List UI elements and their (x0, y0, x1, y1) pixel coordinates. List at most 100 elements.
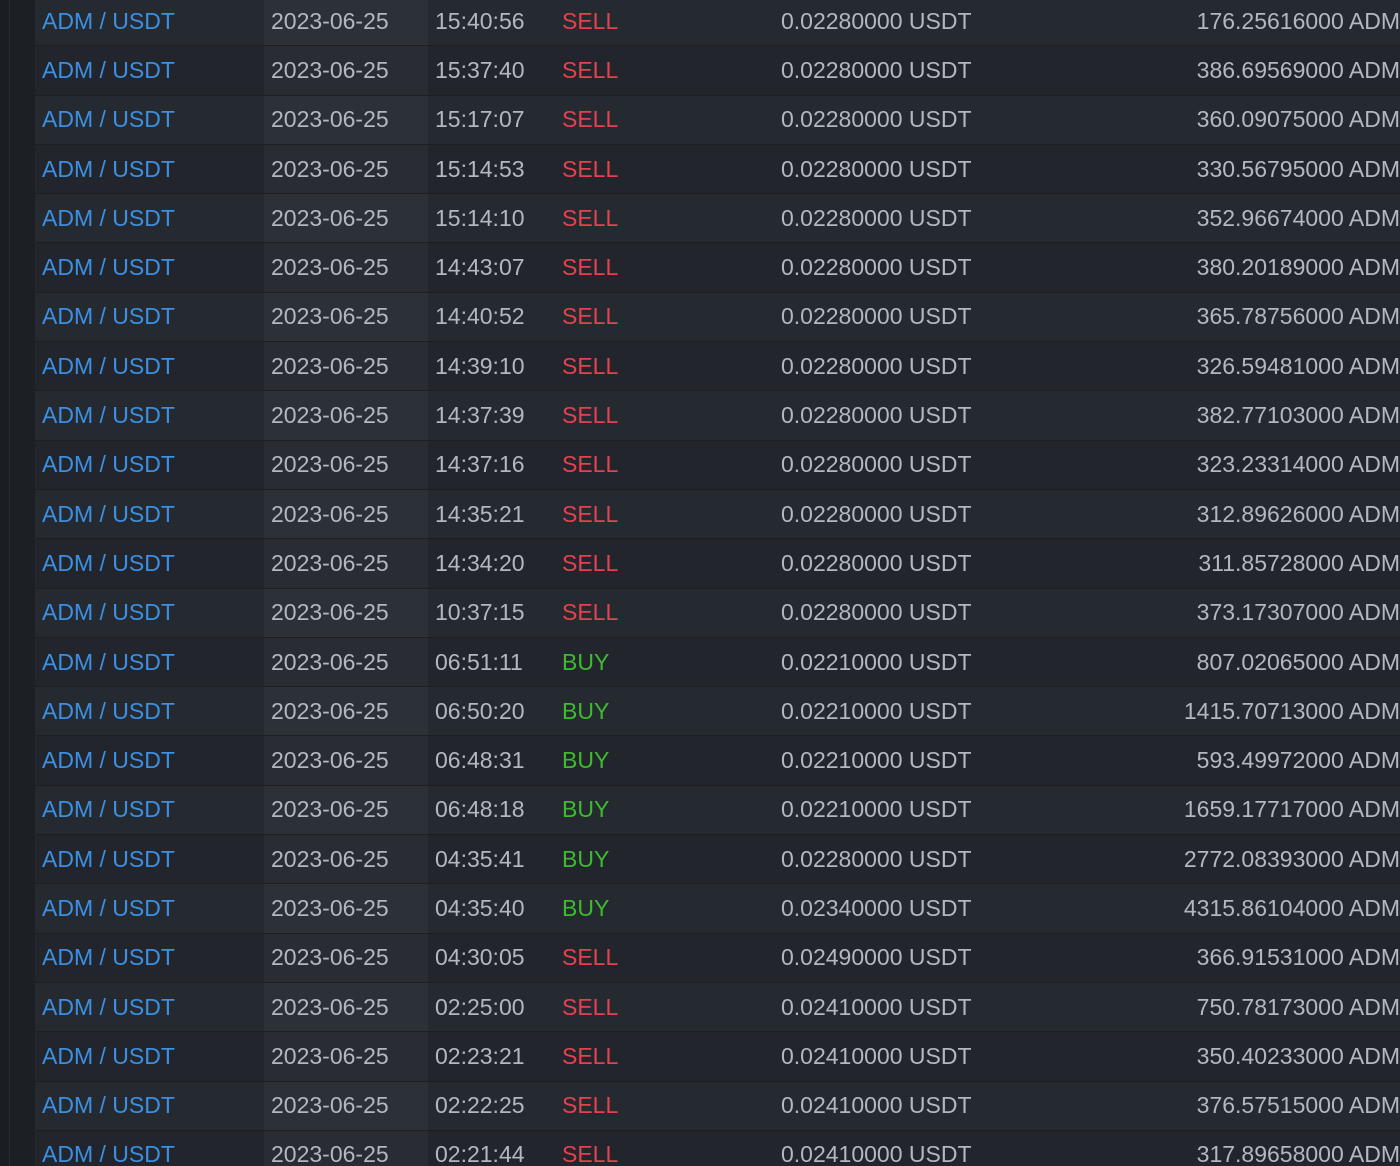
trade-time: 06:48:18 (435, 796, 525, 823)
trade-price: 0.02280000 USDT (781, 549, 972, 576)
trade-date: 2023-06-25 (264, 0, 428, 45)
trade-time: 02:21:44 (435, 1141, 525, 1166)
trade-date: 2023-06-25 (264, 342, 428, 390)
trade-price: 0.02280000 USDT (781, 845, 972, 872)
trade-side: SELL (562, 106, 619, 133)
table-row: ADM / USDT 2023-06-25 04:35:40 BUY 0.0234000… (35, 884, 1400, 934)
table-row: ADM / USDT 2023-06-25 02:23:21 SELL 0.024100… (35, 1032, 1400, 1082)
trade-price: 0.02280000 USDT (781, 402, 972, 429)
trade-side: SELL (562, 56, 619, 83)
trade-time: 15:37:40 (435, 56, 525, 83)
table-row: ADM / USDT 2023-06-25 06:50:20 BUY 0.0221000… (35, 687, 1400, 737)
pair-link[interactable]: ADM / USDT (35, 441, 264, 489)
trade-amount: 382.77103000 ADM (1196, 402, 1400, 429)
trade-amount: 2772.08393000 ADM (1183, 845, 1400, 872)
pair-link[interactable]: ADM / USDT (35, 835, 264, 883)
trade-side: BUY (562, 747, 610, 774)
pair-link[interactable]: ADM / USDT (35, 96, 264, 144)
pair-link[interactable]: ADM / USDT (35, 539, 264, 587)
trade-time: 02:23:21 (435, 1042, 525, 1069)
table-row: ADM / USDT 2023-06-25 02:22:25 SELL 0.024100… (35, 1081, 1400, 1131)
pair-link[interactable]: ADM / USDT (35, 46, 264, 94)
trade-amount: 1659.17717000 ADM (1183, 796, 1400, 823)
pair-link[interactable]: ADM / USDT (35, 638, 264, 686)
table-row: ADM / USDT 2023-06-25 14:35:21 SELL 0.022800… (35, 489, 1400, 540)
trade-amount: 365.78756000 ADM (1196, 303, 1400, 330)
pair-link[interactable]: ADM / USDT (35, 589, 264, 637)
trade-amount: 750.78173000 ADM (1196, 993, 1400, 1020)
trade-side: BUY (562, 648, 610, 675)
trade-price: 0.02410000 USDT (781, 1141, 972, 1166)
trade-side: SELL (562, 254, 619, 281)
pair-link[interactable]: ADM / USDT (35, 884, 264, 932)
pair-link[interactable]: ADM / USDT (35, 934, 264, 982)
trade-time: 14:43:07 (435, 254, 525, 281)
table-row: ADM / USDT 2023-06-25 15:14:10 SELL 0.022800… (35, 194, 1400, 244)
trade-price: 0.02210000 USDT (781, 648, 972, 675)
trade-date: 2023-06-25 (264, 243, 428, 291)
trade-time: 06:50:20 (435, 697, 525, 724)
trade-amount: 317.89658000 ADM (1196, 1141, 1400, 1166)
trade-side: SELL (562, 1092, 619, 1119)
trade-date: 2023-06-25 (264, 539, 428, 587)
pair-link[interactable]: ADM / USDT (35, 0, 264, 45)
pair-link[interactable]: ADM / USDT (35, 983, 264, 1031)
trade-side: SELL (562, 599, 619, 626)
pair-link[interactable]: ADM / USDT (35, 342, 264, 390)
table-row: ADM / USDT 2023-06-25 06:51:11 BUY 0.0221000… (35, 637, 1400, 688)
trade-date: 2023-06-25 (264, 736, 428, 784)
pair-link[interactable]: ADM / USDT (35, 391, 264, 439)
trade-time: 14:39:10 (435, 352, 525, 379)
table-row: ADM / USDT 2023-06-25 14:39:10 SELL 0.022800… (35, 342, 1400, 392)
trade-side: SELL (562, 402, 619, 429)
pair-link[interactable]: ADM / USDT (35, 1131, 264, 1166)
pair-link[interactable]: ADM / USDT (35, 145, 264, 193)
trade-date: 2023-06-25 (264, 1131, 428, 1166)
trade-side: SELL (562, 1042, 619, 1069)
trade-time: 15:14:10 (435, 204, 525, 231)
pair-link[interactable]: ADM / USDT (35, 490, 264, 538)
trade-price: 0.02210000 USDT (781, 697, 972, 724)
trade-amount: 366.91531000 ADM (1196, 944, 1400, 971)
table-row: ADM / USDT 2023-06-25 02:25:00 SELL 0.024100… (35, 982, 1400, 1033)
trade-amount: 330.56795000 ADM (1196, 155, 1400, 182)
pair-link[interactable]: ADM / USDT (35, 1082, 264, 1130)
pair-link[interactable]: ADM / USDT (35, 243, 264, 291)
trade-date: 2023-06-25 (264, 194, 428, 242)
left-rail (0, 0, 10, 1166)
trade-side: BUY (562, 697, 610, 724)
trade-side: SELL (562, 204, 619, 231)
trade-price: 0.02280000 USDT (781, 155, 972, 182)
trade-amount: 323.23314000 ADM (1196, 451, 1400, 478)
pair-link[interactable]: ADM / USDT (35, 786, 264, 834)
trade-time: 14:37:39 (435, 402, 525, 429)
trade-time: 14:40:52 (435, 303, 525, 330)
trade-amount: 4315.86104000 ADM (1183, 894, 1400, 921)
trade-amount: 312.89626000 ADM (1196, 500, 1400, 527)
table-row: ADM / USDT 2023-06-25 06:48:31 BUY 0.0221000… (35, 736, 1400, 786)
trade-amount: 593.49972000 ADM (1196, 747, 1400, 774)
table-row: ADM / USDT 2023-06-25 15:37:40 SELL 0.022800… (35, 46, 1400, 96)
trade-side: SELL (562, 303, 619, 330)
pair-link[interactable]: ADM / USDT (35, 736, 264, 784)
pair-link[interactable]: ADM / USDT (35, 194, 264, 242)
trade-price: 0.02210000 USDT (781, 796, 972, 823)
pair-link[interactable]: ADM / USDT (35, 1032, 264, 1080)
pair-link[interactable]: ADM / USDT (35, 687, 264, 735)
trade-side: SELL (562, 993, 619, 1020)
trade-time: 02:25:00 (435, 993, 525, 1020)
trade-side: SELL (562, 549, 619, 576)
trade-price: 0.02210000 USDT (781, 747, 972, 774)
trade-time: 04:35:41 (435, 845, 525, 872)
trade-date: 2023-06-25 (264, 786, 428, 834)
trade-date: 2023-06-25 (264, 96, 428, 144)
table-row: ADM / USDT 2023-06-25 14:34:20 SELL 0.022800… (35, 539, 1400, 589)
pair-link[interactable]: ADM / USDT (35, 293, 264, 341)
trade-amount: 376.57515000 ADM (1196, 1092, 1400, 1119)
trade-time: 04:30:05 (435, 944, 525, 971)
table-row: ADM / USDT 2023-06-25 15:14:53 SELL 0.022800… (35, 144, 1400, 195)
trade-time: 02:22:25 (435, 1092, 525, 1119)
trade-date: 2023-06-25 (264, 1082, 428, 1130)
table-row: ADM / USDT 2023-06-25 15:17:07 SELL 0.022800… (35, 95, 1400, 145)
trade-amount: 807.02065000 ADM (1196, 648, 1400, 675)
